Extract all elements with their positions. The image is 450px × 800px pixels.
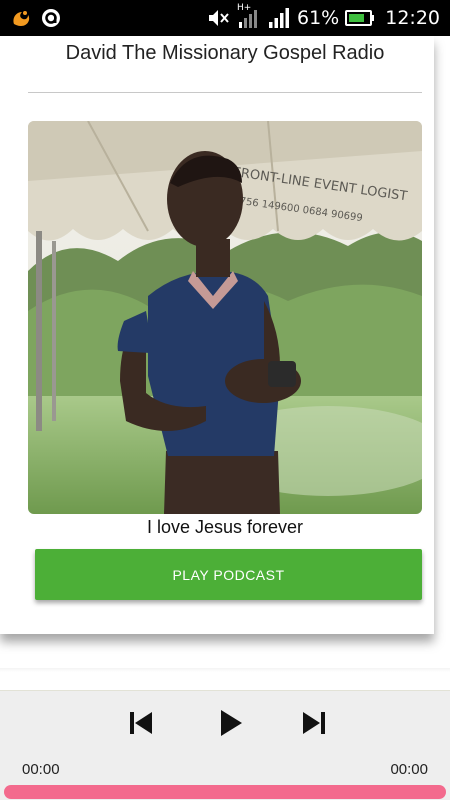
previous-icon <box>130 712 152 734</box>
previous-button[interactable] <box>123 705 159 741</box>
page-title: David The Missionary Gospel Radio <box>65 42 385 64</box>
separator <box>0 668 450 672</box>
play-button[interactable] <box>212 705 248 741</box>
signal-icon <box>267 6 291 30</box>
podcast-card: David The Missionary Gospel Radio FRONT-… <box>0 36 434 634</box>
battery-icon <box>345 9 375 27</box>
battery-percent: 61% <box>297 7 340 29</box>
network-signal-icon: H+ <box>237 3 261 30</box>
podcast-photo: FRONT-LINE EVENT LOGIST 0756 149600 0684… <box>28 121 422 514</box>
current-time: 00:00 <box>22 761 60 778</box>
audio-player: 00:00 00:00 <box>0 690 450 800</box>
divider <box>28 92 422 93</box>
play-podcast-button[interactable]: PLAY PODCAST <box>35 549 422 600</box>
progress-bar[interactable] <box>4 785 446 799</box>
mute-icon <box>207 7 231 29</box>
next-button[interactable] <box>296 705 332 741</box>
uc-browser-icon <box>10 7 32 29</box>
clock: 12:20 <box>385 7 440 29</box>
app-notification-icon <box>40 7 62 29</box>
next-icon <box>303 712 325 734</box>
network-type-label: H+ <box>237 3 252 13</box>
podcast-caption: I love Jesus forever <box>146 517 304 537</box>
play-icon <box>221 710 242 736</box>
status-bar: H+ 61% 12:20 <box>0 0 450 36</box>
total-time: 00:00 <box>390 761 428 778</box>
